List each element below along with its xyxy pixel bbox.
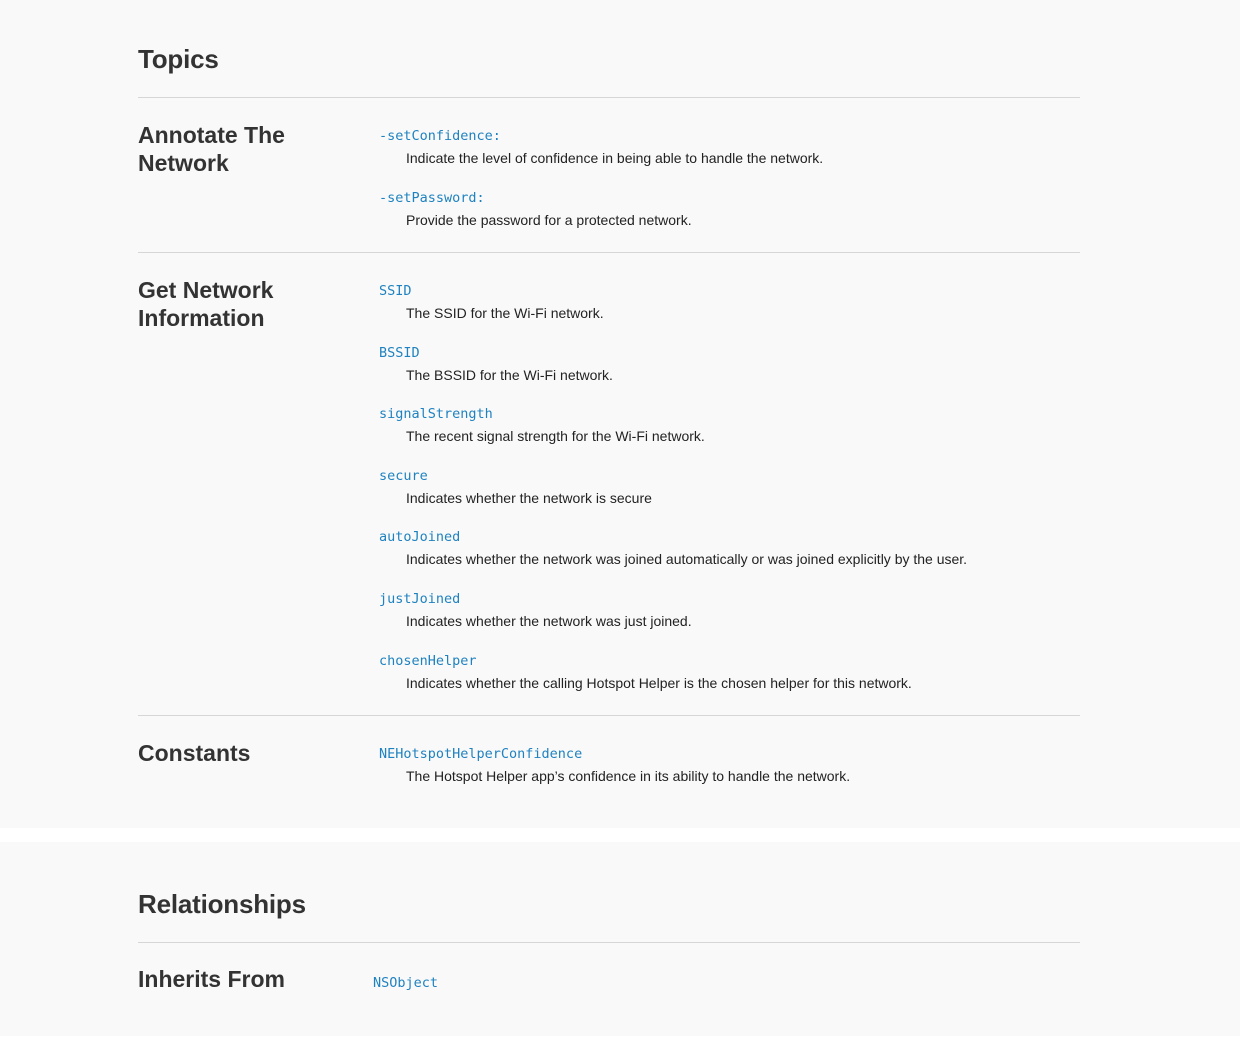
symbol-description: Indicates whether the network was joined… xyxy=(406,551,968,568)
symbol-description: Indicates whether the network is secure xyxy=(406,489,652,506)
symbol-link-bssid[interactable]: BSSID xyxy=(379,343,1079,362)
divider xyxy=(138,715,1080,716)
symbol-description: Indicate the level of confidence in bein… xyxy=(406,150,824,166)
symbol-link-chosenhelper[interactable]: chosenHelper xyxy=(379,651,1079,670)
symbol-description: Indicates whether the calling Hotspot He… xyxy=(406,674,912,691)
inherits-from-link-nsobject[interactable]: NSObject xyxy=(373,975,438,991)
symbol-description: The recent signal strength for the Wi-Fi… xyxy=(406,428,705,445)
symbol-link-nehotspothelperconfidence[interactable]: NEHotspotHelperConfidence xyxy=(379,744,1079,763)
symbol-link-autojoined[interactable]: autoJoined xyxy=(379,527,1079,546)
relationships-heading: Relationships xyxy=(138,889,306,919)
group-items-get-network-information: SSID The SSID for the Wi-Fi network. BSS… xyxy=(379,281,1079,712)
list-item: secure Indicates whether the network is … xyxy=(379,466,1079,528)
list-item: chosenHelper Indicates whether the calli… xyxy=(379,651,1079,713)
symbol-link-setpassword[interactable]: -setPassword: xyxy=(379,188,1079,207)
symbol-link-secure[interactable]: secure xyxy=(379,466,1079,485)
symbol-link-setconfidence[interactable]: -setConfidence: xyxy=(379,126,1079,145)
list-item: NEHotspotHelperConfidence The Hotspot He… xyxy=(379,744,1079,806)
symbol-description: The BSSID for the Wi-Fi network. xyxy=(406,366,613,383)
list-item: autoJoined Indicates whether the network… xyxy=(379,527,1079,589)
symbol-description: The Hotspot Helper app’s confidence in i… xyxy=(406,768,851,784)
divider xyxy=(138,252,1080,253)
list-item: SSID The SSID for the Wi-Fi network. xyxy=(379,281,1079,343)
group-title-inherits-from: Inherits From xyxy=(138,966,285,992)
symbol-link-ssid[interactable]: SSID xyxy=(379,281,1079,300)
group-title-annotate-network: Annotate The Network xyxy=(138,122,285,176)
group-items-annotate-network: -setConfidence: Indicate the level of co… xyxy=(379,126,1079,249)
group-title-constants: Constants xyxy=(138,740,251,766)
topics-heading: Topics xyxy=(138,44,219,74)
group-title-get-network-information: Get Network Information xyxy=(138,277,274,331)
list-item: -setPassword: Provide the password for a… xyxy=(379,188,1079,250)
symbol-link-signalstrength[interactable]: signalStrength xyxy=(379,404,1079,423)
list-item: -setConfidence: Indicate the level of co… xyxy=(379,126,1079,188)
divider xyxy=(138,942,1080,943)
topics-section: Topics Annotate The Network -setConfiden… xyxy=(0,0,1240,828)
symbol-description: Indicates whether the network was just j… xyxy=(406,612,692,629)
relationships-section: Relationships Inherits From NSObject xyxy=(0,842,1240,1036)
divider xyxy=(138,97,1080,98)
symbol-description: The SSID for the Wi-Fi network. xyxy=(406,305,604,321)
symbol-description: Provide the password for a protected net… xyxy=(406,211,692,228)
group-items-constants: NEHotspotHelperConfidence The Hotspot He… xyxy=(379,744,1079,806)
symbol-link-justjoined[interactable]: justJoined xyxy=(379,589,1079,608)
list-item: signalStrength The recent signal strengt… xyxy=(379,404,1079,466)
list-item: justJoined Indicates whether the network… xyxy=(379,589,1079,651)
list-item: BSSID The BSSID for the Wi-Fi network. xyxy=(379,343,1079,405)
